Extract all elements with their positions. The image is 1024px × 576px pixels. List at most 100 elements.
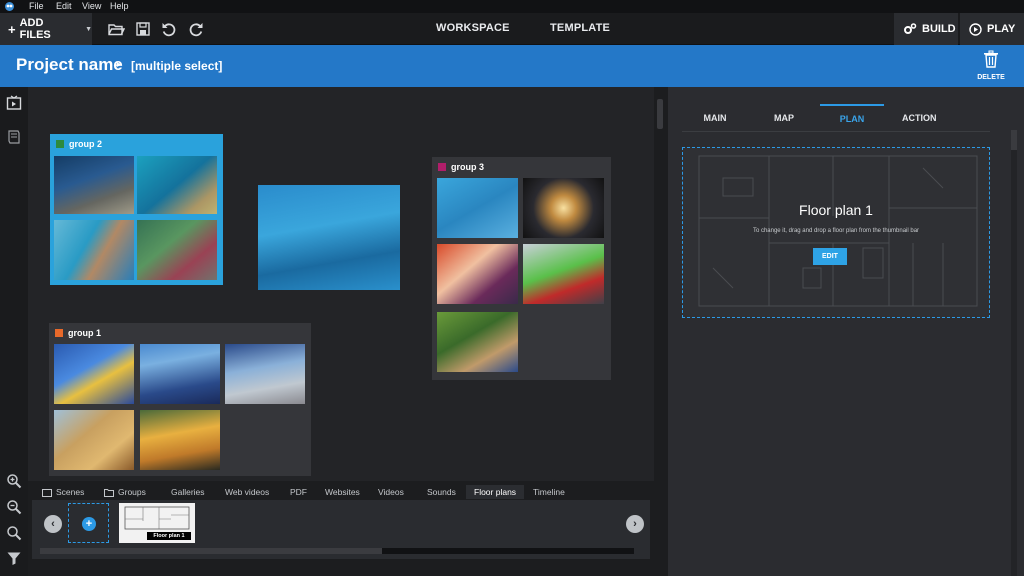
delete-label: DELETE [977,74,1005,81]
filter-icon[interactable] [6,550,22,566]
build-label: BUILD [922,23,956,35]
tab-videos[interactable]: Videos [378,487,404,497]
save-icon[interactable] [134,20,152,38]
group-card[interactable]: group 2 [50,134,223,285]
play-label: PLAY [987,23,1016,35]
scenes-icon[interactable] [6,95,22,111]
menu-file[interactable]: File [29,1,44,11]
scene-thumbnail[interactable] [523,244,604,304]
tab-template[interactable]: TEMPLATE [550,22,610,34]
scene-thumbnail[interactable] [523,178,604,238]
tab-sounds[interactable]: Sounds [427,487,456,497]
scene-thumbnail[interactable] [225,344,305,404]
trash-icon [984,50,998,68]
scenes-icon [42,488,52,497]
group-title: group 3 [438,162,484,172]
scrollbar-thumb[interactable] [657,99,663,129]
tab-galleries[interactable]: Galleries [171,487,205,497]
undo-icon[interactable] [160,20,178,38]
zoom-out-icon[interactable] [6,499,22,515]
scene-thumbnail[interactable] [54,156,134,214]
add-files-label: ADD FILES [19,17,51,41]
build-button[interactable]: BUILD [894,13,958,45]
play-button[interactable]: PLAY [960,13,1024,45]
scene-thumbnail[interactable] [54,344,134,404]
breadcrumb: Project name ▸ [multiple select] DELETE [0,45,1024,87]
tab-websites[interactable]: Websites [325,487,360,497]
group-title: group 2 [56,139,102,149]
gears-icon [904,23,917,34]
scene-thumbnail[interactable] [437,244,518,304]
scene-thumbnail[interactable] [137,156,217,214]
tab-web-videos[interactable]: Web videos [225,487,269,497]
delete-button[interactable]: DELETE [976,50,1006,84]
tab-floor-plans-label: Floor plans [474,487,517,497]
tab-plan[interactable]: PLAN [820,104,884,132]
chevron-left-icon: ‹ [51,518,55,530]
breadcrumb-current: [multiple select] [131,59,223,73]
group-title-label: group 1 [68,328,101,338]
main-toolbar: + ADD FILES ▼ WORKSPACE TEMPLATE BUILD P… [0,13,1024,45]
tab-workspace[interactable]: WORKSPACE [436,22,510,34]
scroll-left-button[interactable]: ‹ [44,515,62,533]
group-title-label: group 3 [451,162,484,172]
menu-edit[interactable]: Edit [56,1,72,11]
tab-scenes-label: Scenes [56,487,85,497]
scene-thumbnail[interactable] [258,185,400,290]
book-icon[interactable] [6,129,22,145]
chevron-right-icon: ▸ [117,59,122,69]
group-title: group 1 [55,328,101,338]
chevron-down-icon: ▼ [85,25,92,33]
tab-timeline-label: Timeline [533,487,565,497]
project-name[interactable]: Project name [16,55,123,75]
scene-thumbnail[interactable] [54,410,134,470]
tab-scenes[interactable]: Scenes [42,487,84,497]
tab-pdf[interactable]: PDF [290,487,307,497]
tab-pdf-label: PDF [290,487,307,497]
scrollbar-thumb[interactable] [1011,130,1017,150]
floor-plan-drawing [124,506,190,530]
canvas-scrollbar[interactable] [654,87,668,576]
scene-thumbnail[interactable] [437,312,518,372]
tab-main[interactable]: MAIN [682,104,748,132]
open-folder-icon[interactable] [107,20,125,38]
scroll-right-button[interactable]: › [626,515,644,533]
add-floor-plan-button[interactable]: + [68,503,109,543]
tab-web-videos-label: Web videos [225,487,270,497]
group-title-label: group 2 [69,139,102,149]
scene-thumbnail[interactable] [140,344,220,404]
tab-floor-plans[interactable]: Floor plans [466,485,525,499]
zoom-fit-icon[interactable] [6,525,22,541]
tab-galleries-label: Galleries [171,487,205,497]
play-icon [969,22,982,36]
app-logo-icon [5,2,14,11]
workspace-canvas[interactable]: group 2 group 3 group 1 [28,87,654,481]
zoom-in-icon[interactable] [6,473,22,489]
group-card[interactable]: group 1 [49,323,311,476]
scene-thumbnail[interactable] [437,178,518,238]
group-color-swatch [55,329,63,337]
menu-help[interactable]: Help [110,1,129,11]
scrollbar-thumb[interactable] [40,548,382,554]
edit-floor-plan-button[interactable]: EDIT [813,248,847,265]
tab-websites-label: Websites [325,487,360,497]
panel-scrollbar[interactable] [1011,130,1017,576]
tab-groups-label: Groups [118,487,146,497]
tab-action[interactable]: ACTION [884,104,990,132]
thumbnail-bar: Scenes Groups Galleries Web videos PDF W… [28,481,654,576]
tab-timeline[interactable]: Timeline [533,487,565,497]
plus-icon: + [82,517,96,531]
redo-icon[interactable] [187,20,205,38]
scene-thumbnail[interactable] [54,220,134,280]
scene-thumbnail[interactable] [137,220,217,280]
tab-map[interactable]: MAP [748,104,820,132]
menu-view[interactable]: View [82,1,101,11]
floor-plan-thumbnail[interactable]: Floor plan 1 [119,503,195,543]
tab-groups[interactable]: Groups [104,487,146,497]
group-card[interactable]: group 3 [432,157,611,380]
group-color-swatch [438,163,446,171]
scene-thumbnail[interactable] [140,410,220,470]
add-files-button[interactable]: + ADD FILES ▼ [0,13,92,45]
thumbnail-scrollbar[interactable] [40,548,634,554]
floor-plan-dropzone[interactable]: Floor plan 1 To change it, drag and drop… [682,147,990,318]
